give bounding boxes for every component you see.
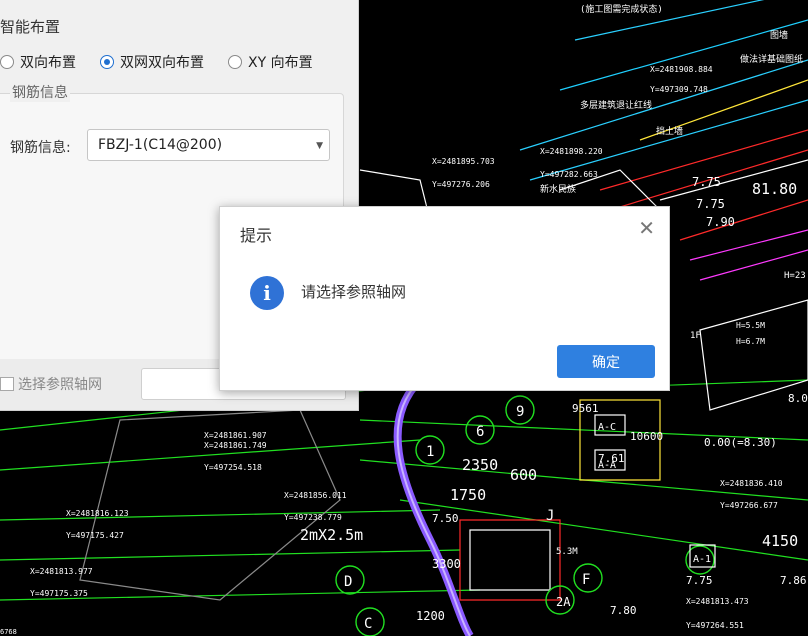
cad-dim-4: 7.50 <box>432 512 459 525</box>
cad-elev-4: 7.90 <box>706 215 735 229</box>
radio-bidirectional-label: 双向布置 <box>20 55 76 71</box>
cad-edge-num: 6768 <box>0 628 17 636</box>
cad-grid-6: 6 <box>476 424 484 440</box>
cad-grid-a1: A-1 <box>693 554 711 565</box>
cad-elev-2: 81.80 <box>752 180 797 198</box>
cad-dim-10: 7.86 <box>780 574 807 587</box>
layout-mode-radio-group: 双向布置 双网双向布置 XY 向布置 <box>0 52 313 72</box>
cad-elev-5: 8.00 <box>788 392 808 405</box>
cad-grid-1: 1 <box>426 444 434 460</box>
rebar-info-select-value: FBZJ-1(C14@200) <box>98 137 223 153</box>
cad-dim-11: 7.75 <box>686 574 713 587</box>
cad-coord-8x: X=2481813.977 <box>30 567 93 576</box>
cad-dim-9: 4150 <box>762 532 798 550</box>
cad-coord-10y: Y=497264.551 <box>686 621 744 630</box>
cad-dim-13: 3300 <box>432 557 461 571</box>
cad-dim-7: 10600 <box>630 430 663 443</box>
panel-title: 智能布置 <box>0 18 61 36</box>
cad-coord-2x: X=2481895.703 <box>432 157 495 166</box>
cad-grid-c: C <box>364 616 372 632</box>
cad-coord-8y: Y=497175.375 <box>30 589 88 598</box>
select-reference-grid-label: 选择参照轴网 <box>18 377 102 393</box>
radio-double-mesh-label: 双网双向布置 <box>120 55 204 71</box>
cad-legend-2: 做法详基础图纸 <box>740 53 803 65</box>
radio-bidirectional-circle[interactable] <box>0 55 14 69</box>
cad-floor-1f: 1F <box>690 331 701 341</box>
cad-coord-7y: Y=497175.427 <box>66 531 124 540</box>
cad-height-1: H=5.5M <box>736 321 765 330</box>
cad-elev-3: 7.75 <box>696 197 725 211</box>
cad-grid-2a: 2A <box>556 595 571 609</box>
cad-elev-h23: H=23 <box>784 271 806 281</box>
dialog-title: 提示 <box>240 226 273 245</box>
cad-coord-3y: Y=497282.663 <box>540 170 598 179</box>
cad-coord-6y: Y=497238.779 <box>284 513 342 522</box>
cad-dim-1: 2350 <box>462 456 498 474</box>
cad-grid-aa: A-A <box>598 460 616 471</box>
cad-dim-12: 7.80 <box>610 604 637 617</box>
rebar-info-legend: 钢筋信息 <box>10 82 70 102</box>
cad-grid-j: J <box>546 508 554 524</box>
cad-coord-4x: X=2481861.907 <box>204 431 267 440</box>
cad-dim-14: 1200 <box>416 609 445 623</box>
chevron-down-icon[interactable]: ▼ <box>316 141 323 151</box>
dialog-message: 请选择参照轴网 <box>301 283 407 301</box>
radio-xy[interactable]: XY 向布置 <box>228 52 313 72</box>
cad-wall-label: 挡土墙 <box>656 125 683 137</box>
cad-dim-3: 600 <box>510 466 537 484</box>
select-reference-grid-checkbox-row[interactable]: 选择参照轴网 <box>0 374 102 394</box>
cad-dim-2: 1750 <box>450 486 486 504</box>
cad-coord-7x: X=2481816.123 <box>66 509 129 518</box>
info-icon: i <box>250 276 284 310</box>
cad-coord-4y: Y=497254.518 <box>204 463 262 472</box>
rebar-info-label: 钢筋信息: <box>10 140 71 156</box>
close-icon[interactable]: ✕ <box>638 218 655 238</box>
cad-coord-2y: Y=497276.206 <box>432 180 490 189</box>
cad-legend-1: 图墙 <box>770 29 788 41</box>
cad-size-label: 2mX2.5m <box>300 526 363 544</box>
cad-water-label: 新水民族 <box>540 183 576 195</box>
cad-coord-9x: X=2481836.410 <box>720 479 783 488</box>
cad-coord-9y: Y=497266.677 <box>720 501 778 510</box>
cad-elev-1: 7.75 <box>692 175 721 189</box>
cad-grid-d: D <box>344 574 352 590</box>
cad-dim-8: 0.00(=8.30) <box>704 436 777 449</box>
cad-grid-f: F <box>582 572 590 588</box>
ok-button[interactable]: 确定 <box>557 345 655 378</box>
cad-coord-1y: Y=497309.748 <box>650 85 708 94</box>
cad-coord-1x: X=2481908.884 <box>650 65 713 74</box>
cad-coord-5x: X=2481861.749 <box>204 441 267 450</box>
cad-dim-6: 9561 <box>572 402 599 415</box>
radio-bidirectional[interactable]: 双向布置 <box>0 52 76 72</box>
cad-height-2: H=6.7M <box>736 337 765 346</box>
cad-coord-3x: X=2481898.220 <box>540 147 603 156</box>
radio-double-mesh-circle[interactable] <box>100 55 114 69</box>
cad-top-title: (施工图需完成状态) <box>580 3 663 15</box>
cad-dim-15: 5.3M <box>556 547 578 557</box>
radio-double-mesh[interactable]: 双网双向布置 <box>100 52 204 72</box>
cad-grid-9: 9 <box>516 404 524 420</box>
rebar-info-select[interactable]: FBZJ-1(C14@200) ▼ <box>87 129 330 161</box>
cad-coord-10x: X=2481813.473 <box>686 597 749 606</box>
radio-xy-label: XY 向布置 <box>248 55 313 71</box>
cad-grid-ac: A-C <box>598 422 616 433</box>
select-reference-grid-checkbox[interactable] <box>0 377 14 391</box>
prompt-dialog: 提示 ✕ i 请选择参照轴网 确定 <box>219 206 670 391</box>
cad-road-line: 多层建筑退让红线 <box>580 99 652 111</box>
cad-coord-6x: X=2481856.011 <box>284 491 347 500</box>
radio-xy-circle[interactable] <box>228 55 242 69</box>
